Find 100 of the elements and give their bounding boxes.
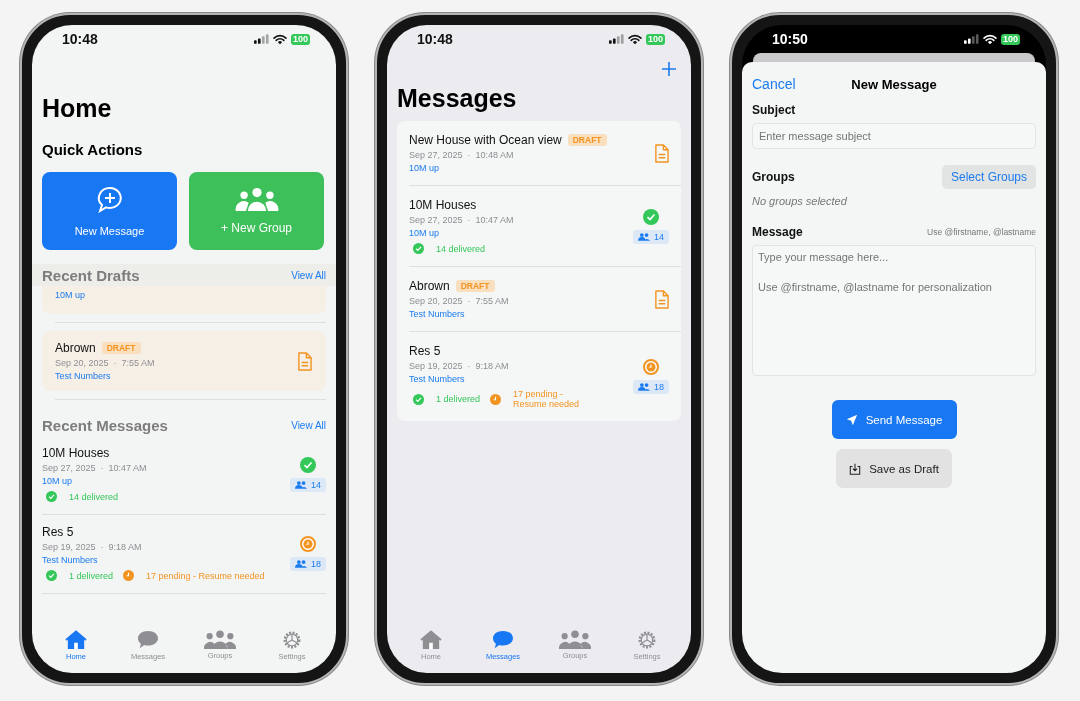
message-title: Res 5	[42, 525, 75, 539]
delivery-status: 1 delivered	[69, 570, 114, 581]
signal-icon	[608, 34, 624, 44]
wifi-icon	[627, 33, 642, 45]
people-icon	[559, 630, 591, 649]
message-title: 10M Houses	[409, 198, 477, 212]
wifi-icon	[272, 33, 287, 45]
check-circle-icon	[413, 243, 424, 254]
status-time: 10:50	[772, 31, 808, 47]
message-title: Abrown	[409, 279, 450, 293]
clock-icon	[490, 393, 502, 405]
battery-indicator: 100	[1000, 33, 1020, 45]
delivery-status: 14 delivered	[436, 243, 486, 254]
delivery-status: 17 pending - Resume needed	[513, 389, 581, 409]
draft-badge: DRAFT	[101, 342, 141, 354]
clock-icon	[123, 570, 135, 581]
group-name: 10M up	[55, 290, 86, 300]
draft-title: Abrown	[55, 341, 96, 355]
group-name: Test Numbers	[42, 555, 99, 565]
hint-text: Use @firstname, @lastname	[927, 227, 1036, 237]
delivery-status: 1 delivered	[436, 394, 481, 404]
view-all-link[interactable]: View All	[291, 269, 326, 281]
draft-card[interactable]: 10M up	[42, 286, 326, 314]
message-row[interactable]: New House with Ocean view DRAFT Sep 27, 2025 · 10:48 AM 10M up	[409, 121, 681, 186]
group-name: Test Numbers	[409, 374, 466, 384]
draft-badge: DRAFT	[455, 280, 495, 292]
signal-icon	[253, 34, 269, 44]
check-circle-icon	[413, 393, 424, 405]
select-groups-button[interactable]: Select Groups	[941, 165, 1036, 189]
recipient-count: 18	[290, 556, 326, 571]
speech-bubble-icon	[492, 630, 514, 650]
date-time: Sep 20, 2025 · 7:55 AM	[409, 296, 509, 306]
battery-indicator: 100	[645, 33, 665, 45]
quick-action-button[interactable]: New Message	[42, 172, 177, 250]
draft-card[interactable]: Abrown DRAFT Sep 20, 2025 · 7:55 AM Test Numbers	[42, 331, 326, 391]
settings-icon	[637, 630, 657, 650]
message-row[interactable]: Abrown DRAFT Sep 20, 2025 · 7:55 AM Test Numbers	[409, 267, 681, 332]
group-name: 10M up	[42, 476, 74, 486]
house-icon	[420, 630, 442, 650]
people-icon	[295, 559, 307, 568]
clock-icon	[643, 359, 659, 375]
empty-groups-text: No groups selected	[752, 195, 848, 207]
cancel-button[interactable]: Cancel	[752, 76, 796, 92]
battery-indicator: 100	[290, 33, 310, 45]
message-row[interactable]: Res 5 Sep 19, 2025 · 9:18 AM Test Numbers 1 delivered 17 pending - Resume needed 18	[409, 332, 681, 421]
document-icon	[654, 289, 669, 309]
signal-icon	[963, 34, 979, 44]
delivery-status: 14 delivered	[69, 491, 119, 502]
send-icon	[845, 413, 858, 426]
status-time: 10:48	[417, 31, 453, 47]
group-name: Test Numbers	[55, 371, 112, 381]
send-message-button[interactable]: Send Message	[831, 400, 957, 439]
field-label: Message	[752, 225, 803, 239]
check-circle-icon	[300, 456, 316, 473]
wifi-icon	[982, 33, 997, 45]
date-time: Sep 27, 2025 · 10:47 AM	[42, 463, 147, 473]
group-name: Test Numbers	[409, 309, 466, 319]
delivery-status: 17 pending - Resume needed	[146, 570, 265, 581]
check-circle-icon	[643, 208, 659, 225]
field-label: Subject	[752, 103, 797, 117]
document-icon	[297, 351, 312, 371]
clock-icon	[300, 535, 316, 552]
group-name: 10M up	[409, 163, 441, 173]
save-draft-button[interactable]: Save as Draft	[836, 449, 952, 488]
date-time: Sep 27, 2025 · 10:48 AM	[409, 150, 515, 160]
people-icon	[295, 480, 307, 489]
speech-bubble-icon	[137, 630, 159, 650]
recipient-count: 14	[633, 229, 669, 244]
house-icon	[65, 630, 87, 650]
people-icon	[233, 187, 280, 211]
field-label: Groups	[752, 170, 795, 184]
date-time: Sep 20, 2025 · 7:55 AM	[55, 358, 155, 368]
message-title: New House with Ocean view	[409, 133, 562, 147]
subject-field[interactable]: Enter message subject	[752, 123, 1036, 149]
message-row[interactable]: 10M Houses Sep 27, 2025 · 10:47 AM 10M up 14 delivered 14	[409, 186, 681, 267]
date-time: Sep 27, 2025 · 10:47 AM	[409, 215, 514, 225]
quick-action-button[interactable]: + New Group	[189, 172, 324, 250]
people-icon	[638, 383, 650, 391]
date-time: Sep 19, 2025 · 9:18 AM	[409, 361, 510, 371]
people-icon	[638, 232, 650, 241]
message-field[interactable]: Type your message here... Use @firstname, @lastname for personalization	[752, 245, 1036, 376]
download-tray-icon	[849, 462, 862, 475]
page-title: Home	[42, 93, 113, 123]
section-title: Recent Messages	[42, 416, 168, 434]
view-all-link[interactable]: View All	[291, 419, 326, 431]
check-circle-icon	[46, 570, 57, 581]
document-icon	[654, 143, 669, 163]
status-time: 10:48	[62, 31, 98, 47]
date-time: Sep 19, 2025 · 9:18 AM	[42, 542, 143, 552]
add-icon[interactable]	[661, 61, 677, 77]
sheet-title: New Message	[851, 76, 937, 92]
group-name: 10M up	[409, 228, 441, 238]
page-title: Messages	[397, 83, 518, 113]
draft-badge: DRAFT	[567, 134, 607, 146]
message-title: 10M Houses	[42, 446, 111, 460]
message-title: Res 5	[409, 344, 441, 358]
section-title: Recent Drafts	[42, 266, 140, 284]
recipient-count: 14	[290, 477, 326, 492]
recipient-count: 18	[633, 380, 669, 394]
settings-icon	[282, 630, 302, 650]
